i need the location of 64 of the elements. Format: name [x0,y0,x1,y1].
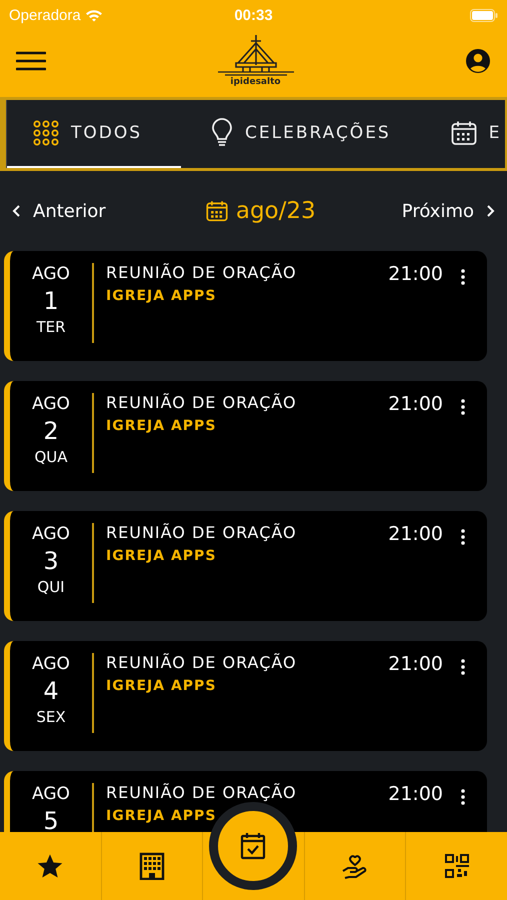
event-weekday: QUI [37,577,65,597]
event-title: REUNIÃO DE ORAÇÃO [106,523,298,542]
event-card[interactable]: AGO 3 QUI REUNIÃO DE ORAÇÃO IGREJA APPS 21:00 [4,511,487,621]
building-icon [138,852,165,880]
more-icon[interactable] [461,658,465,676]
event-month: AGO [32,783,70,805]
more-icon[interactable] [461,528,465,546]
category-tab[interactable]: CELEBRAÇÕES [181,100,421,168]
logo-text: ipidesalto [230,77,281,87]
event-month: AGO [32,523,70,545]
event-organizer: IGREJA APPS [106,288,218,304]
event-organizer: IGREJA APPS [106,548,218,564]
event-title: REUNIÃO DE ORAÇÃO [106,263,298,282]
event-day: 4 [43,675,59,707]
church-bridge-icon [216,33,294,77]
event-card[interactable]: AGO 2 QUA REUNIÃO DE ORAÇÃO IGREJA APPS 21:00 [4,381,487,491]
hand-heart-icon [341,853,370,879]
more-icon[interactable] [461,268,465,286]
event-weekday: QUA [34,447,68,467]
event-time: 21:00 [388,263,443,285]
calendar-check-icon [240,832,266,860]
event-day: 3 [43,545,59,577]
event-weekday: SEX [36,707,66,727]
event-organizer: IGREJA APPS [106,808,218,824]
event-time: 21:00 [388,523,443,545]
month-label: ago/23 [236,198,316,224]
calendar-icon [450,120,477,146]
battery-icon [470,8,498,22]
qr-code-icon [444,854,469,878]
event-day: 1 [43,285,59,317]
calendar-icon [206,200,228,222]
chevron-left-icon [12,204,21,218]
event-month: AGO [32,653,70,675]
carrier-name: Operadora [9,6,81,24]
grid-icon [33,120,59,146]
event-month: AGO [32,263,70,285]
menu-icon[interactable] [16,51,46,71]
event-title: REUNIÃO DE ORAÇÃO [106,653,298,672]
event-title: REUNIÃO DE ORAÇÃO [106,393,298,412]
event-day: 2 [43,415,59,447]
next-button[interactable]: Próximo [402,200,495,222]
event-time: 21:00 [388,783,443,805]
event-card[interactable]: AGO 4 SEX REUNIÃO DE ORAÇÃO IGREJA APPS 21:00 [4,641,487,751]
previous-button[interactable]: Anterior [12,200,106,222]
star-icon [36,852,64,880]
event-weekday: TER [36,317,66,337]
profile-icon[interactable] [465,48,491,74]
more-icon[interactable] [461,398,465,416]
chevron-right-icon [486,204,495,218]
category-tab[interactable]: TODOS [7,100,181,168]
event-organizer: IGREJA APPS [106,418,218,434]
event-time: 21:00 [388,393,443,415]
event-title: REUNIÃO DE ORAÇÃO [106,783,298,802]
more-icon[interactable] [461,788,465,806]
event-card[interactable]: AGO 5 REUNIÃO DE ORAÇÃO IGREJA APPS 21:00 [4,771,487,832]
event-time: 21:00 [388,653,443,675]
lightbulb-icon [211,118,233,148]
event-day: 5 [43,805,59,832]
category-tab[interactable]: E [420,100,502,168]
wifi-icon [84,8,103,22]
event-organizer: IGREJA APPS [106,678,218,694]
event-card[interactable]: AGO 1 TER REUNIÃO DE ORAÇÃO IGREJA APPS 21:00 [4,251,487,361]
event-month: AGO [32,393,70,415]
status-time: 00:33 [233,6,274,24]
